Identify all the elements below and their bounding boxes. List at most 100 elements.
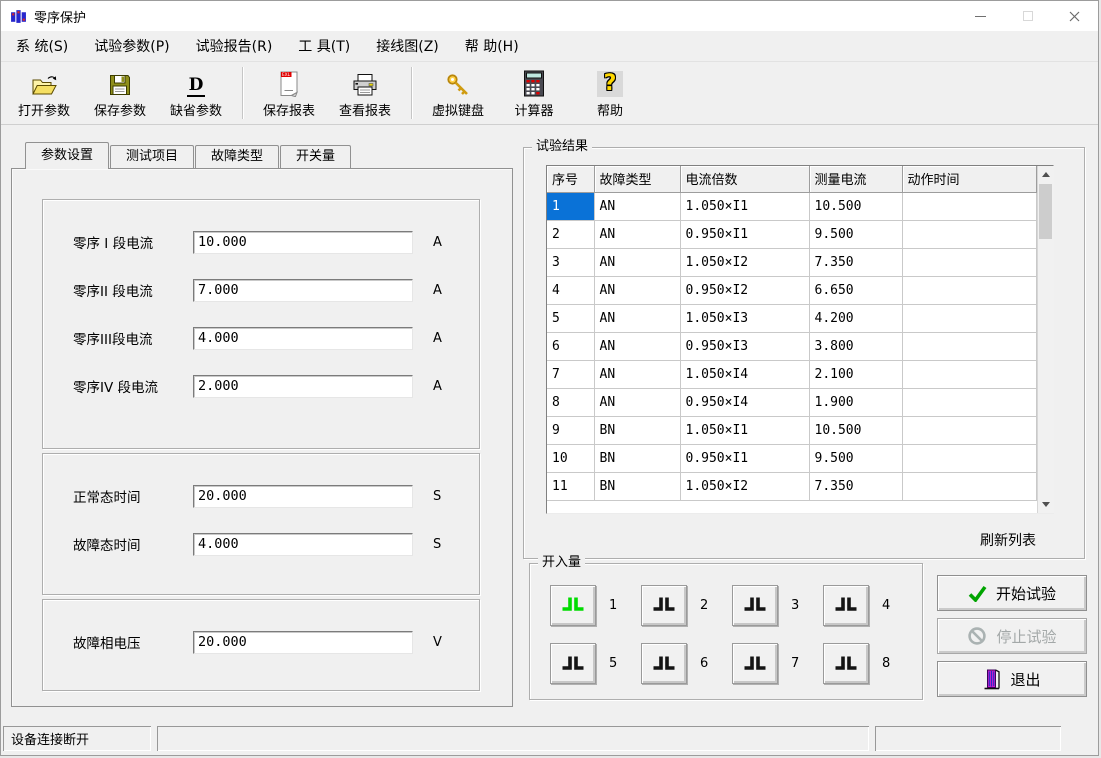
switch-button-6[interactable] xyxy=(641,643,687,684)
result-cell[interactable]: AN xyxy=(594,388,680,416)
result-cell[interactable]: 1.050×I2 xyxy=(680,472,809,500)
result-cell[interactable]: 7.350 xyxy=(809,248,902,276)
result-cell[interactable]: BN xyxy=(594,416,680,444)
table-row[interactable]: 5AN1.050×I34.200 xyxy=(547,304,1036,332)
result-cell[interactable]: AN xyxy=(594,220,680,248)
result-cell[interactable]: 10 xyxy=(547,444,594,472)
stop-test-button[interactable]: 停止试验 xyxy=(937,618,1087,654)
result-cell[interactable] xyxy=(902,360,1036,388)
default-params-button[interactable]: D 缺省参数 xyxy=(158,64,234,122)
scroll-thumb[interactable] xyxy=(1039,184,1052,239)
scrollbar-track[interactable] xyxy=(1037,166,1054,513)
switch-button-2[interactable] xyxy=(641,585,687,626)
menu-wiring-diagram[interactable]: 接线图(Z) xyxy=(363,36,452,56)
exit-button[interactable]: 退出 xyxy=(937,661,1087,697)
result-cell[interactable]: 4.200 xyxy=(809,304,902,332)
tab-param-settings[interactable]: 参数设置 xyxy=(25,142,109,169)
result-cell[interactable]: AN xyxy=(594,360,680,388)
result-cell[interactable]: 1.050×I1 xyxy=(680,416,809,444)
table-row[interactable]: 6AN0.950×I33.800 xyxy=(547,332,1036,360)
table-row[interactable]: 2AN0.950×I19.500 xyxy=(547,220,1036,248)
result-cell[interactable]: 1.050×I2 xyxy=(680,248,809,276)
refresh-list-link[interactable]: 刷新列表 xyxy=(980,530,1036,550)
switch-button-1[interactable] xyxy=(550,585,596,626)
menu-test-params[interactable]: 试验参数(P) xyxy=(81,36,182,56)
result-cell[interactable]: 0.950×I3 xyxy=(680,332,809,360)
tab-test-items[interactable]: 测试项目 xyxy=(110,145,194,168)
scroll-down-button[interactable] xyxy=(1037,496,1054,513)
menu-help[interactable]: 帮 助(H) xyxy=(452,36,532,56)
result-cell[interactable]: AN xyxy=(594,248,680,276)
save-params-button[interactable]: 保存参数 xyxy=(82,64,158,122)
result-cell[interactable]: BN xyxy=(594,472,680,500)
result-cell[interactable]: 6 xyxy=(547,332,594,360)
column-header[interactable]: 电流倍数 xyxy=(680,166,809,192)
result-cell[interactable]: 7.350 xyxy=(809,472,902,500)
result-cell[interactable]: 1 xyxy=(547,192,594,220)
switch-button-8[interactable] xyxy=(823,643,869,684)
open-params-button[interactable]: 打开参数 xyxy=(6,64,82,122)
switch-button-5[interactable] xyxy=(550,643,596,684)
scroll-up-button[interactable] xyxy=(1037,166,1054,183)
menu-system[interactable]: 系 统(S) xyxy=(3,36,81,56)
result-cell[interactable] xyxy=(902,304,1036,332)
menu-tools[interactable]: 工 具(T) xyxy=(285,36,363,56)
result-cell[interactable] xyxy=(902,276,1036,304)
fault-state-time-input[interactable] xyxy=(193,533,413,556)
result-cell[interactable]: 0.950×I2 xyxy=(680,276,809,304)
column-header[interactable]: 序号 xyxy=(547,166,594,192)
table-row[interactable]: 9BN1.050×I110.500 xyxy=(547,416,1036,444)
zero-seq-4-current-input[interactable] xyxy=(193,375,413,398)
result-cell[interactable] xyxy=(902,332,1036,360)
fault-phase-voltage-input[interactable] xyxy=(193,631,413,654)
start-test-button[interactable]: 开始试验 xyxy=(937,575,1087,611)
virtual-keyboard-button[interactable]: 虚拟键盘 xyxy=(420,64,496,122)
result-cell[interactable]: AN xyxy=(594,304,680,332)
table-row[interactable]: 8AN0.950×I41.900 xyxy=(547,388,1036,416)
close-button[interactable] xyxy=(1051,1,1098,31)
result-cell[interactable]: 1.050×I4 xyxy=(680,360,809,388)
tab-switch-quantity[interactable]: 开关量 xyxy=(280,145,351,168)
result-cell[interactable] xyxy=(902,388,1036,416)
result-cell[interactable]: 3.800 xyxy=(809,332,902,360)
result-cell[interactable]: 10.500 xyxy=(809,416,902,444)
result-cell[interactable]: 0.950×I4 xyxy=(680,388,809,416)
column-header[interactable]: 测量电流 xyxy=(809,166,902,192)
result-cell[interactable] xyxy=(902,444,1036,472)
result-cell[interactable]: 4 xyxy=(547,276,594,304)
result-cell[interactable]: AN xyxy=(594,332,680,360)
result-cell[interactable]: 8 xyxy=(547,388,594,416)
result-cell[interactable]: 2 xyxy=(547,220,594,248)
result-cell[interactable]: 3 xyxy=(547,248,594,276)
help-button[interactable]: ? 帮助 xyxy=(572,64,648,122)
result-cell[interactable]: 11 xyxy=(547,472,594,500)
tab-fault-types[interactable]: 故障类型 xyxy=(195,145,279,168)
result-cell[interactable]: 9 xyxy=(547,416,594,444)
result-cell[interactable]: 1.050×I1 xyxy=(680,192,809,220)
result-cell[interactable]: 5 xyxy=(547,304,594,332)
zero-seq-3-current-input[interactable] xyxy=(193,327,413,350)
result-cell[interactable] xyxy=(902,220,1036,248)
maximize-button[interactable] xyxy=(1004,1,1051,31)
result-cell[interactable]: 0.950×I1 xyxy=(680,444,809,472)
table-row[interactable]: 3AN1.050×I27.350 xyxy=(547,248,1036,276)
column-header[interactable]: 动作时间 xyxy=(902,166,1036,192)
result-cell[interactable]: 0.950×I1 xyxy=(680,220,809,248)
menu-test-report[interactable]: 试验报告(R) xyxy=(183,36,286,56)
result-cell[interactable] xyxy=(902,248,1036,276)
table-row[interactable]: 7AN1.050×I42.100 xyxy=(547,360,1036,388)
result-cell[interactable]: 1.050×I3 xyxy=(680,304,809,332)
table-row[interactable]: 4AN0.950×I26.650 xyxy=(547,276,1036,304)
switch-button-4[interactable] xyxy=(823,585,869,626)
minimize-button[interactable] xyxy=(957,1,1004,31)
column-header[interactable]: 故障类型 xyxy=(594,166,680,192)
save-report-button[interactable]: EXL 保存报表 xyxy=(251,64,327,122)
result-cell[interactable] xyxy=(902,472,1036,500)
zero-seq-2-current-input[interactable] xyxy=(193,279,413,302)
switch-button-7[interactable] xyxy=(732,643,778,684)
result-cell[interactable] xyxy=(902,192,1036,220)
table-row[interactable]: 11BN1.050×I27.350 xyxy=(547,472,1036,500)
switch-button-3[interactable] xyxy=(732,585,778,626)
result-cell[interactable]: 9.500 xyxy=(809,220,902,248)
result-cell[interactable] xyxy=(902,416,1036,444)
